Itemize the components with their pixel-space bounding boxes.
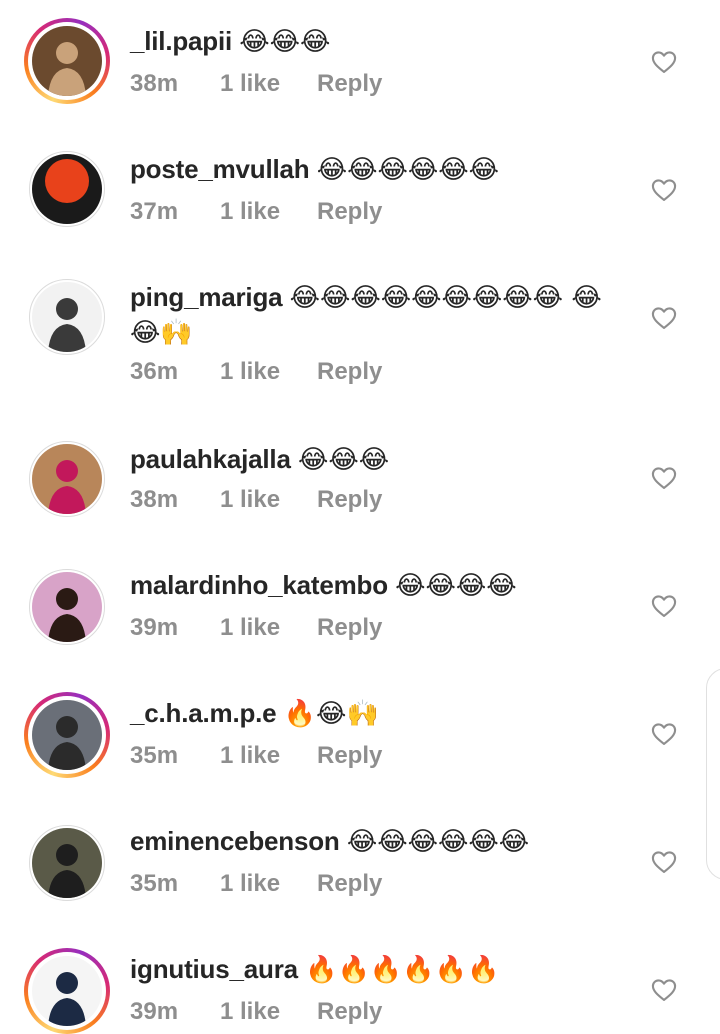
like-heart-icon[interactable] [650,592,678,620]
comment-timestamp: 38m [130,486,179,513]
comment-username[interactable]: eminencebenson [130,826,340,856]
comment-emoji-text: 😂😂😂😂😂😂 [346,827,530,857]
avatar-ring-gap [29,151,105,227]
comment-emoji-text: 😂😂😂😂 [395,571,517,601]
comment-text: malardinho_katembo 😂😂😂😂 [130,568,620,603]
comment-timestamp: 38m [130,70,179,97]
comment-username[interactable]: ping_mariga [130,282,283,312]
comment-emoji-text: 😂😂😂 [239,27,331,57]
comment-text: ignutius_aura 🔥🔥🔥🔥🔥🔥 [130,952,620,987]
comment-text: _lil.papii 😂😂😂 [130,24,620,59]
like-heart-icon[interactable] [650,976,678,1004]
avatar-story-ring[interactable] [24,18,110,104]
comment-like-count[interactable]: 1 like [220,742,317,770]
comment-timestamp: 35m [130,870,179,897]
comment-text: paulahkajalla 😂😂😂 [130,442,620,477]
comment-like-count[interactable]: 1 like [220,70,317,98]
side-panel-edge [706,668,720,880]
avatar-ring-gap [29,569,105,645]
comment-like-count[interactable]: 1 like [220,486,317,514]
comment-username[interactable]: ignutius_aura [130,954,298,984]
comment-timestamp: 36m [130,358,179,385]
like-heart-icon[interactable] [650,720,678,748]
comment-emoji-text: 😂😂😂 [297,445,390,475]
comment-like-count[interactable]: 1 like [220,998,317,1026]
avatar-story-ring[interactable] [24,692,110,778]
avatar-ring-gap [28,952,106,1030]
avatar[interactable] [32,26,102,96]
avatar-frame[interactable] [24,274,110,360]
comment-like-count[interactable]: 1 like [220,870,317,898]
like-heart-icon[interactable] [650,304,678,332]
like-heart-icon[interactable] [650,464,678,492]
comment-text: _c.h.a.m.p.e 🔥😂🙌 [130,696,620,731]
comment-timestamp: 35m [130,742,179,769]
reply-button[interactable]: Reply [317,614,382,642]
avatar[interactable] [32,828,102,898]
avatar[interactable] [32,282,102,352]
avatar-frame[interactable] [24,436,110,522]
comment-username[interactable]: _c.h.a.m.p.e [130,698,277,728]
avatar[interactable] [32,572,102,642]
comment-meta: 35m 1 like Reply [130,870,382,898]
comment-meta: 39m 1 like Reply [130,998,382,1026]
comment-like-count[interactable]: 1 like [220,358,317,386]
reply-button[interactable]: Reply [317,742,382,770]
comment-meta: 38m 1 like Reply [130,70,382,98]
reply-button[interactable]: Reply [317,486,382,514]
comment-timestamp: 39m [130,998,179,1025]
reply-button[interactable]: Reply [317,358,382,386]
comment-meta: 37m 1 like Reply [130,198,382,226]
like-heart-icon[interactable] [650,176,678,204]
avatar-frame[interactable] [24,146,110,232]
avatar-frame[interactable] [24,820,110,906]
comment-text: eminencebenson 😂😂😂😂😂😂 [130,824,620,859]
comment-emoji-text: 🔥🔥🔥🔥🔥🔥 [305,955,500,985]
comment-meta: 38m 1 like Reply [130,486,382,514]
like-heart-icon[interactable] [650,848,678,876]
comment-username[interactable]: poste_mvullah [130,154,310,184]
comment-text: ping_mariga 😂😂😂😂😂😂😂😂😂 😂😂🙌 [130,280,620,350]
reply-button[interactable]: Reply [317,870,382,898]
comment-username[interactable]: _lil.papii [130,26,232,56]
comment-like-count[interactable]: 1 like [220,614,317,642]
avatar[interactable] [32,444,102,514]
avatar-ring-gap [29,279,105,355]
avatar-ring-gap [29,825,105,901]
comment-meta: 35m 1 like Reply [130,742,382,770]
comment-emoji-text: 🔥😂🙌 [283,699,379,729]
avatar[interactable] [32,956,102,1026]
comment-text: poste_mvullah 😂😂😂😂😂😂 [130,152,620,187]
avatar-ring-gap [29,441,105,517]
comment-meta: 36m 1 like Reply [130,358,382,386]
avatar-story-ring[interactable] [24,948,110,1034]
avatar[interactable] [32,154,102,224]
comment-like-count[interactable]: 1 like [220,198,317,226]
comment-timestamp: 39m [130,614,179,641]
comment-meta: 39m 1 like Reply [130,614,382,642]
avatar[interactable] [32,700,102,770]
reply-button[interactable]: Reply [317,998,382,1026]
comment-username[interactable]: malardinho_katembo [130,570,388,600]
avatar-frame[interactable] [24,564,110,650]
avatar-ring-gap [28,696,106,774]
like-heart-icon[interactable] [650,48,678,76]
reply-button[interactable]: Reply [317,198,382,226]
reply-button[interactable]: Reply [317,70,382,98]
comment-username[interactable]: paulahkajalla [130,444,291,474]
comment-timestamp: 37m [130,198,179,225]
comment-emoji-text: 😂😂😂😂😂😂 [316,155,499,185]
avatar-ring-gap [28,22,106,100]
